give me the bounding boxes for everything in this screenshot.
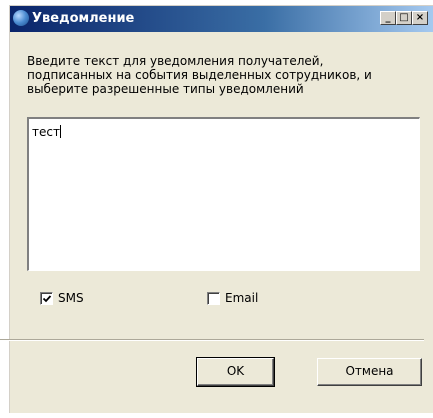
checkmark-icon: [42, 295, 52, 303]
maximize-button[interactable]: □: [396, 11, 412, 25]
app-icon: [13, 10, 29, 26]
cancel-button[interactable]: Отмена: [317, 358, 422, 386]
title-bar[interactable]: Уведомление _ □ ×: [10, 6, 433, 32]
separator: [0, 339, 424, 341]
ok-button[interactable]: OK: [196, 357, 275, 387]
minimize-button[interactable]: _: [380, 11, 396, 25]
message-text: тест: [32, 125, 60, 139]
close-button[interactable]: ×: [412, 11, 428, 25]
sms-checkbox-box[interactable]: [40, 292, 53, 305]
email-checkbox-box[interactable]: [207, 292, 220, 305]
text-caret: [59, 125, 61, 138]
instructions-line: выберите разрешенные типы уведомлений: [27, 82, 304, 96]
instructions-text: Введите текст для уведомления получателе…: [27, 54, 417, 96]
email-label: Email: [225, 291, 259, 305]
window-title: Уведомление: [32, 11, 135, 26]
instructions-line: подписанных на события выделенных сотруд…: [27, 68, 372, 82]
instructions-line: Введите текст для уведомления получателе…: [27, 54, 324, 68]
sms-label: SMS: [58, 291, 84, 305]
message-textarea[interactable]: тест: [27, 117, 420, 271]
